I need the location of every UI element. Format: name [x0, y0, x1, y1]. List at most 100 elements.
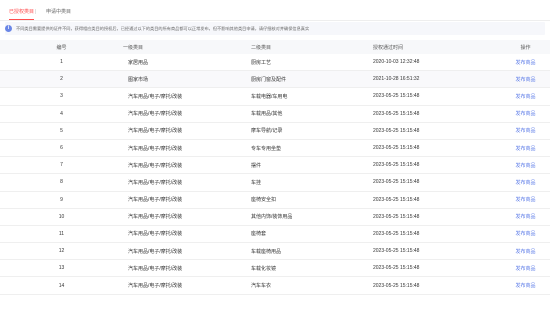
table-row: 4 汽车用品/电子/摩托/改装 车载用品/其他 2023-05-25 15:15:48… [0, 105, 550, 123]
table-row: 6 汽车用品/电子/摩托/改装 专车专用坐垫 2023-05-25 15:15:48 发… [0, 139, 550, 157]
cell-time: 2023-05-25 15:15:48 [373, 93, 420, 100]
table-row: 9 汽车用品/电子/摩托/改装 座椅安全扣 2023-05-25 15:15:48 发布… [0, 191, 550, 209]
publish-product-link[interactable]: 发布商品 [515, 77, 535, 83]
cell-index: 12 [58, 248, 65, 255]
publish-product-link[interactable]: 发布商品 [515, 197, 535, 203]
notice-text: 不同类目需要提供的证件不同，获得相应类目的授权后，已经通过以下的类目的所有商品都… [16, 26, 310, 31]
cell-level2: 专车专用坐垫 [251, 145, 282, 152]
cell-time: 2023-05-25 15:15:48 [373, 127, 420, 134]
header-level1: 一级类目 [123, 40, 251, 54]
cell-level1: 汽车用品/电子/摩托/改装 [128, 197, 183, 204]
cell-index: 7 [60, 162, 63, 169]
cell-time: 2023-05-25 15:15:48 [373, 110, 420, 117]
cell-level1: 汽车用品/电子/摩托/改装 [128, 214, 183, 221]
tab-separator: | [35, 9, 37, 15]
authorized-categories-table: 编号 一级类目 二级类目 授权通过时间 操作 1 家居用品 厨房工艺 2020-10-… [0, 40, 550, 295]
cell-time: 2023-05-25 15:15:48 [373, 230, 420, 237]
cell-index: 11 [58, 230, 65, 237]
cell-time: 2020-10-03 12:32:48 [373, 59, 420, 66]
table-body: 1 家居用品 厨房工艺 2020-10-03 12:32:48 发布商品 2 图家市场 厨房门… [0, 54, 550, 295]
publish-product-link[interactable]: 发布商品 [515, 283, 535, 289]
cell-operation: 发布商品 [509, 225, 550, 242]
cell-level1: 汽车用品/电子/摩托/改装 [128, 283, 183, 290]
header-level2: 二级类目 [251, 44, 272, 51]
table-header-row: 编号 一级类目 二级类目 授权通过时间 操作 [0, 40, 550, 54]
cell-level2: 摩车导航/记录 [251, 128, 283, 135]
cell-time: 2021-10-28 16:51:32 [373, 76, 420, 83]
table-row: 5 汽车用品/电子/摩托/改装 摩车导航/记录 2023-05-25 15:15:48… [0, 122, 550, 140]
cell-index: 8 [60, 179, 63, 186]
table-row: 12 汽车用品/电子/摩托/改装 车载座椅用品 2023-05-25 15:15:48… [0, 243, 550, 260]
cell-time: 2023-05-25 15:15:48 [373, 265, 420, 272]
cell-level1: 汽车用品/电子/摩托/改装 [128, 162, 183, 169]
cell-level2: 座椅安全扣 [251, 197, 277, 204]
cell-time: 2023-05-25 15:15:48 [373, 248, 420, 255]
cell-time: 2023-05-25 15:15:48 [373, 145, 420, 152]
publish-product-link[interactable]: 发布商品 [515, 146, 535, 152]
publish-product-link[interactable]: 发布商品 [515, 249, 535, 255]
cell-index: 3 [60, 93, 63, 100]
cell-level2: 摆件 [251, 162, 262, 169]
cell-level1: 汽车用品/电子/摩托/改装 [128, 93, 183, 100]
cell-level1: 汽车用品/电子/摩托/改装 [128, 248, 183, 255]
publish-product-link[interactable]: 发布商品 [515, 180, 535, 186]
cell-index: 4 [60, 110, 63, 117]
header-time: 授权通过时间 [373, 44, 404, 51]
cell-level1: 汽车用品/电子/摩托/改装 [128, 265, 183, 272]
notice-banner: i 不同类目需要提供的证件不同，获得相应类目的授权后，已经通过以下的类目的所有商… [5, 22, 545, 35]
cell-level2: 厨房工艺 [251, 59, 272, 66]
table-row: 1 家居用品 厨房工艺 2020-10-03 12:32:48 发布商品 [0, 54, 550, 71]
publish-product-link[interactable]: 发布商品 [515, 231, 535, 237]
info-icon: i [5, 25, 12, 32]
header-index: 编号 [56, 44, 67, 51]
cell-time: 2023-05-25 15:15:48 [373, 213, 420, 220]
publish-product-link[interactable]: 发布商品 [515, 111, 535, 117]
cell-level1: 汽车用品/电子/摩托/改装 [128, 145, 183, 152]
cell-operation: 发布商品 [509, 243, 550, 260]
cell-index: 13 [58, 265, 65, 272]
cell-level2: 汽车车衣 [251, 283, 272, 290]
publish-product-link[interactable]: 发布商品 [515, 214, 535, 220]
cell-operation: 发布商品 [509, 54, 550, 71]
cell-operation: 发布商品 [509, 122, 550, 139]
tab-pending-categories[interactable]: 申请中类目 [46, 9, 71, 15]
cell-operation: 发布商品 [509, 71, 550, 88]
table-row: 11 汽车用品/电子/摩托/改装 座椅套 2023-05-25 15:15:48 发布商… [0, 225, 550, 243]
cell-level2: 车载用品/其他 [251, 111, 283, 118]
publish-product-link[interactable]: 发布商品 [515, 266, 535, 272]
cell-operation: 发布商品 [509, 208, 550, 225]
publish-product-link[interactable]: 发布商品 [515, 128, 535, 134]
cell-level2: 车载座椅用品 [251, 248, 282, 255]
cell-time: 2023-05-25 15:15:48 [373, 179, 420, 186]
cell-operation: 发布商品 [509, 157, 550, 174]
cell-level2: 车挂 [251, 179, 262, 186]
cell-level2: 其他内饰/装饰用品 [251, 214, 293, 221]
cell-level2: 厨房门窗及配件 [251, 76, 287, 83]
cell-level1: 家居用品 [128, 59, 149, 66]
cell-operation: 发布商品 [509, 260, 550, 277]
table-row: 3 汽车用品/电子/摩托/改装 车载电器/车用电 2023-05-25 15:15:4… [0, 88, 550, 106]
cell-level1: 汽车用品/电子/摩托/改装 [128, 179, 183, 186]
cell-index: 9 [60, 196, 63, 203]
cell-time: 2023-05-25 15:15:48 [373, 282, 420, 289]
table-row: 2 图家市场 厨房门窗及配件 2021-10-28 16:51:32 发布商品 [0, 70, 550, 88]
header-level1-label: 一级类目 [123, 44, 144, 51]
cell-operation: 发布商品 [509, 174, 550, 191]
publish-product-link[interactable]: 发布商品 [515, 163, 535, 169]
cell-index: 6 [60, 145, 63, 152]
cell-operation: 发布商品 [509, 277, 550, 294]
cell-level1: 汽车用品/电子/摩托/改装 [128, 111, 183, 118]
publish-product-link[interactable]: 发布商品 [515, 60, 535, 66]
cell-index: 2 [60, 76, 63, 83]
publish-product-link[interactable]: 发布商品 [515, 94, 535, 100]
cell-index: 10 [58, 213, 65, 220]
header-operation: 操作 [520, 44, 531, 51]
table-row: 7 汽车用品/电子/摩托/改装 摆件 2023-05-25 15:15:48 发布商品 [0, 157, 550, 174]
cell-index: 5 [60, 127, 63, 134]
tab-authorized-categories[interactable]: 已授权类目 [9, 9, 35, 20]
cell-time: 2023-05-25 15:15:48 [373, 196, 420, 203]
cell-level1: 汽车用品/电子/摩托/改装 [128, 128, 183, 135]
table-row: 14 汽车用品/电子/摩托/改装 汽车车衣 2023-05-25 15:15:48 发布… [0, 277, 550, 295]
cell-time: 2023-05-25 15:15:48 [373, 162, 420, 169]
cell-index: 14 [58, 282, 65, 289]
